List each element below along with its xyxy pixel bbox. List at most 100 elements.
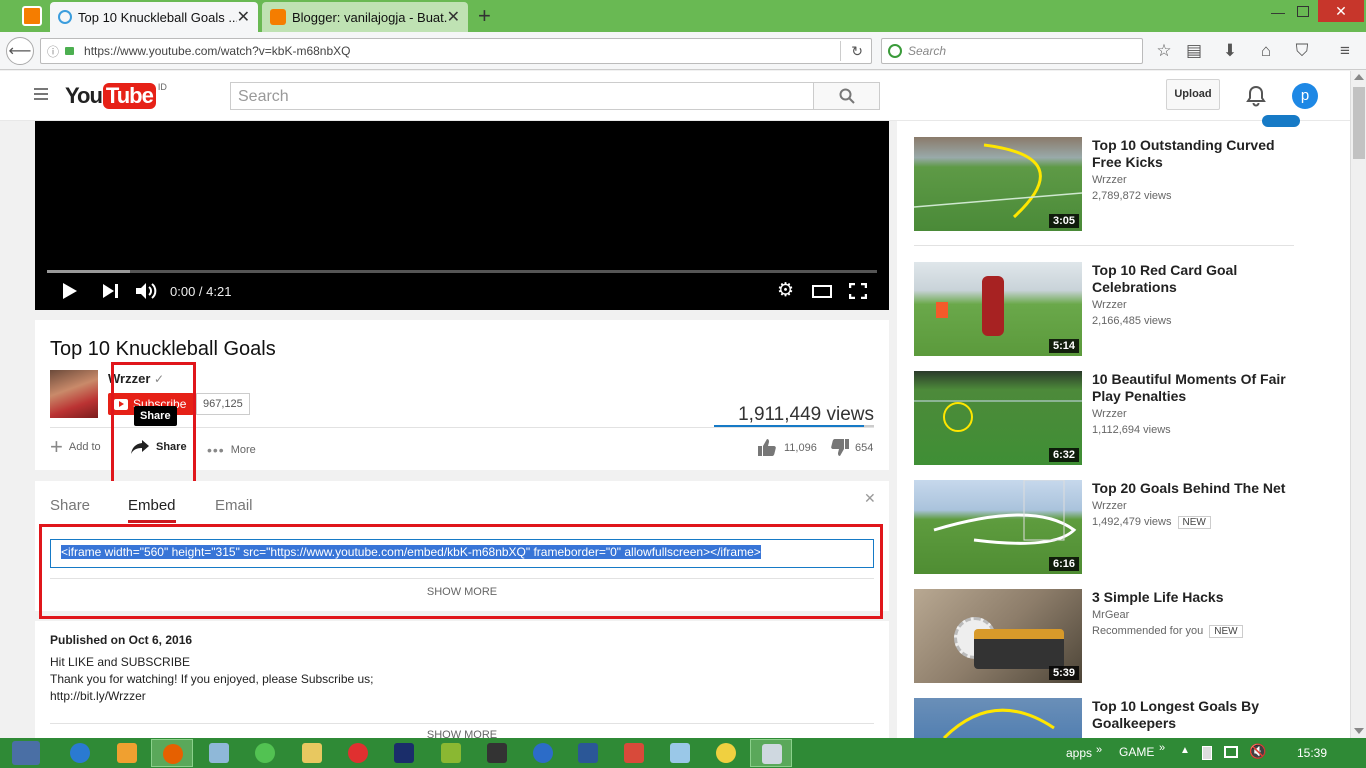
home-icon[interactable]: ⌂ — [1253, 38, 1279, 64]
list-item[interactable]: 6:32 10 Beautiful Moments Of Fair Play P… — [914, 371, 1294, 465]
dislike-button[interactable]: 654 — [831, 439, 873, 456]
close-tab-icon[interactable]: ✕ — [237, 7, 250, 27]
bookmark-star-icon[interactable]: ☆ — [1151, 38, 1177, 64]
system-clock[interactable]: 15:39 — [1297, 746, 1327, 760]
video-thumbnail[interactable]: 3:05 — [914, 137, 1082, 231]
minimize-window-icon[interactable]: — — [1271, 4, 1287, 20]
list-item[interactable]: 3:05 Top 10 Outstanding Curved Free Kick… — [914, 137, 1294, 231]
video-thumbnail[interactable]: 5:14 — [914, 262, 1082, 356]
channel-avatar[interactable] — [50, 370, 98, 418]
restore-window-icon[interactable] — [1297, 6, 1309, 17]
tab-embed[interactable]: Embed — [128, 497, 176, 523]
description-link[interactable]: http://bit.ly/Wrzzer — [50, 689, 146, 703]
scroll-down-arrow-icon[interactable] — [1354, 728, 1364, 734]
app-icon[interactable] — [670, 743, 690, 763]
url-text[interactable]: https://www.youtube.com/watch?v=kbK-m68n… — [84, 44, 350, 58]
like-button[interactable]: 11,096 — [758, 439, 817, 456]
app-icon[interactable] — [209, 743, 229, 763]
youtube-search-placeholder: Search — [238, 88, 289, 105]
pinned-tab-blogger[interactable] — [22, 6, 42, 26]
app-icon[interactable] — [533, 743, 553, 763]
download-icon[interactable]: ⬇ — [1217, 38, 1243, 64]
list-item[interactable]: Top 10 Longest Goals By Goalkeepers — [914, 698, 1294, 738]
upload-button[interactable]: Upload — [1166, 79, 1220, 110]
reload-icon[interactable]: ↻ — [851, 43, 863, 60]
youtube-search-button[interactable] — [813, 82, 880, 110]
video-title[interactable]: Top 10 Red Card Goal Celebrations — [1092, 262, 1288, 296]
menu-icon[interactable]: ≡ — [1332, 38, 1358, 64]
progress-bar[interactable] — [47, 270, 877, 273]
avatar[interactable]: p — [1292, 83, 1318, 109]
search-engine-icon[interactable] — [888, 44, 902, 58]
close-tab-icon[interactable]: ✕ — [447, 7, 460, 27]
address-bar[interactable]: ⓘ https://www.youtube.com/watch?v=kbK-m6… — [40, 38, 872, 64]
theater-mode-icon[interactable] — [812, 285, 832, 298]
tab-blogger[interactable]: Blogger: vanilajogja - Buat... ✕ — [262, 2, 468, 32]
video-player[interactable]: 0:00 / 4:21 ⚙ — [35, 121, 889, 310]
photoshop-icon[interactable] — [394, 743, 414, 763]
close-window-button[interactable]: ✕ — [1318, 0, 1364, 22]
info-icon[interactable]: ⓘ — [47, 43, 59, 60]
volume-muted-icon[interactable]: 🔇 — [1249, 743, 1266, 760]
video-thumbnail[interactable]: 6:16 — [914, 480, 1082, 574]
list-item[interactable]: 5:14 Top 10 Red Card Goal Celebrations W… — [914, 262, 1294, 356]
autoplay-toggle[interactable] — [1262, 115, 1300, 127]
tab-youtube[interactable]: Top 10 Knuckleball Goals ... ✕ — [50, 2, 258, 32]
app-icon[interactable] — [117, 743, 137, 763]
video-title[interactable]: Top 10 Outstanding Curved Free Kicks — [1092, 137, 1288, 171]
video-thumbnail[interactable]: 5:39 — [914, 589, 1082, 683]
add-icon: + — [50, 434, 63, 459]
tab-email[interactable]: Email — [215, 497, 253, 514]
word-icon[interactable] — [578, 743, 598, 763]
list-item[interactable]: 5:39 3 Simple Life Hacks MrGear Recommen… — [914, 589, 1294, 683]
app-icon[interactable] — [624, 743, 644, 763]
app-icon[interactable] — [487, 743, 507, 763]
app-icon[interactable] — [348, 743, 368, 763]
video-title[interactable]: Top 20 Goals Behind The Net — [1092, 480, 1288, 497]
video-title[interactable]: 3 Simple Life Hacks — [1092, 589, 1288, 606]
scrollbar-thumb[interactable] — [1353, 87, 1365, 159]
chevron-icon[interactable]: » — [1159, 742, 1165, 754]
list-item[interactable]: 6:16 Top 20 Goals Behind The Net Wrzzer … — [914, 480, 1294, 574]
next-icon[interactable] — [103, 284, 119, 301]
chevron-icon[interactable]: » — [1096, 744, 1102, 756]
youtube-logo[interactable]: You Tube ID — [65, 82, 167, 110]
reading-list-icon[interactable]: ▤ — [1181, 38, 1207, 64]
game-toolbar-label[interactable]: GAME — [1119, 745, 1154, 759]
app-icon[interactable] — [255, 743, 275, 763]
power-icon[interactable] — [1202, 746, 1212, 760]
play-icon[interactable] — [63, 283, 77, 299]
video-thumbnail[interactable] — [914, 698, 1082, 738]
network-icon[interactable] — [1224, 746, 1238, 758]
close-panel-icon[interactable]: ✕ — [864, 490, 876, 507]
folder-icon[interactable] — [302, 743, 322, 763]
app-icon[interactable] — [716, 743, 736, 763]
video-title[interactable]: Top 10 Longest Goals By Goalkeepers — [1092, 698, 1288, 732]
add-to-button[interactable]: + Add to — [50, 434, 101, 459]
notifications-bell-icon[interactable] — [1246, 85, 1266, 110]
tab-share[interactable]: Share — [50, 497, 90, 514]
video-thumbnail[interactable]: 6:32 — [914, 371, 1082, 465]
more-button[interactable]: ••• More — [207, 442, 256, 458]
tray-expand-icon[interactable]: ▲ — [1180, 745, 1190, 756]
description-card: Published on Oct 6, 2016 Hit LIKE and SU… — [35, 621, 889, 741]
active-app-taskbar-button[interactable] — [750, 739, 792, 767]
fullscreen-icon[interactable] — [848, 282, 868, 302]
youtube-search-input[interactable]: Search — [230, 82, 814, 110]
start-button[interactable] — [12, 741, 40, 765]
new-tab-button[interactable]: + — [478, 3, 491, 29]
video-title[interactable]: 10 Beautiful Moments Of Fair Play Penalt… — [1092, 371, 1288, 405]
app-icon[interactable] — [441, 743, 461, 763]
guide-menu-icon[interactable] — [34, 88, 48, 100]
browser-icon[interactable] — [70, 743, 90, 763]
settings-gear-icon[interactable]: ⚙ — [777, 281, 794, 300]
browser-search-field[interactable]: Search — [881, 38, 1143, 64]
firefox-taskbar-button[interactable] — [151, 739, 193, 767]
scroll-up-arrow-icon[interactable] — [1354, 74, 1364, 80]
volume-icon[interactable] — [136, 282, 158, 303]
pocket-icon[interactable]: ⛉ — [1289, 38, 1315, 64]
page-scrollbar[interactable] — [1350, 71, 1366, 738]
apps-toolbar-label[interactable]: apps — [1066, 746, 1092, 760]
back-button[interactable]: ⟵ — [6, 37, 34, 65]
video-duration: 5:39 — [1048, 666, 1079, 680]
